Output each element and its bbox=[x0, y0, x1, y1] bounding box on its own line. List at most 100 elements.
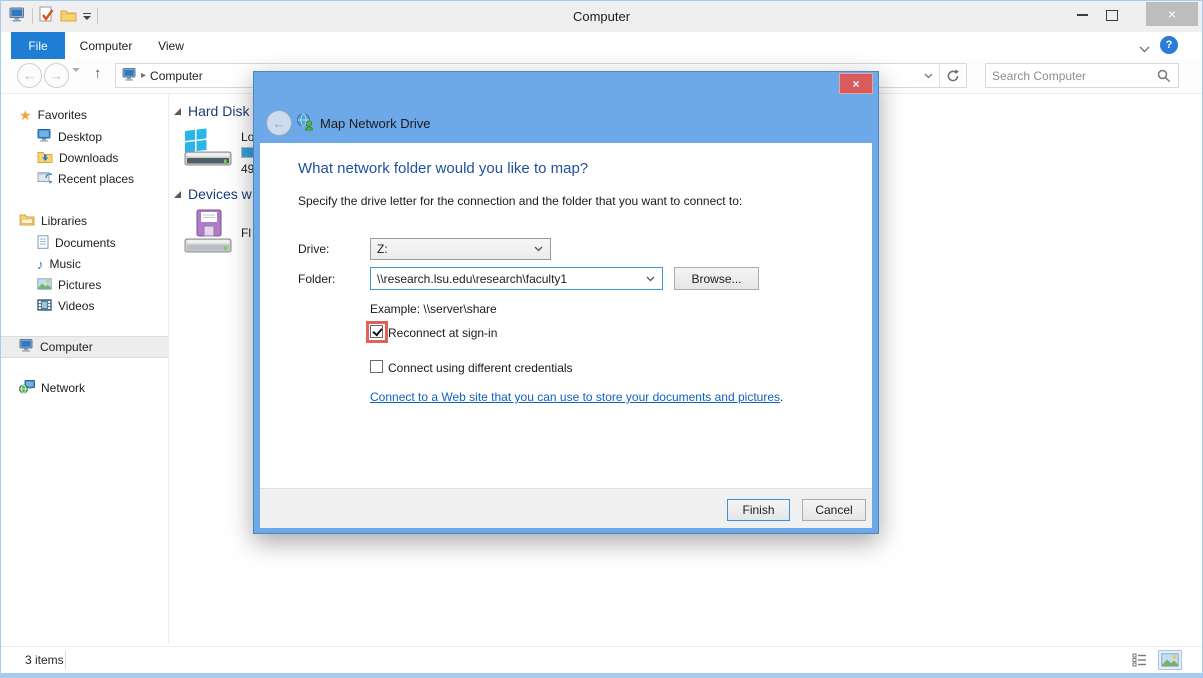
drive-label: Drive: bbox=[298, 242, 330, 256]
chevron-right-icon: ▸ bbox=[141, 70, 147, 81]
sidebar-item-libraries[interactable]: Libraries bbox=[1, 211, 185, 231]
chevron-down-icon bbox=[646, 276, 662, 282]
sidebar-item-network[interactable]: Network bbox=[1, 378, 185, 398]
sidebar-item-computer[interactable]: Computer bbox=[1, 336, 185, 358]
finish-button[interactable]: Finish bbox=[727, 499, 790, 521]
maximize-button[interactable] bbox=[1098, 4, 1126, 26]
help-icon: ? bbox=[1165, 39, 1173, 51]
desktop-icon bbox=[37, 129, 52, 145]
status-bar: 3 items bbox=[1, 646, 1202, 674]
dialog-title: Map Network Drive bbox=[320, 116, 431, 131]
map-network-drive-dialog: × ← Map Network Drive What network folde… bbox=[253, 71, 879, 534]
sidebar-label: Videos bbox=[58, 299, 95, 313]
search-icon[interactable] bbox=[1157, 69, 1178, 83]
group-header-label: Hard Disk bbox=[188, 103, 250, 119]
floppy-drive-icon bbox=[184, 209, 232, 253]
minimize-ribbon-icon[interactable] bbox=[1139, 42, 1150, 56]
forward-icon: → bbox=[50, 68, 63, 83]
network-icon bbox=[19, 379, 35, 397]
status-separator bbox=[65, 651, 66, 669]
sidebar-label: Favorites bbox=[37, 108, 87, 122]
dialog-back-button[interactable]: ← bbox=[266, 110, 292, 136]
minimize-button[interactable] bbox=[1068, 4, 1096, 26]
window-title: Computer bbox=[572, 9, 631, 24]
map-network-drive-icon bbox=[296, 113, 315, 134]
close-button[interactable]: × bbox=[1146, 2, 1198, 26]
checkmark-icon bbox=[372, 325, 383, 337]
credentials-checkbox[interactable] bbox=[370, 360, 383, 373]
dialog-footer: Finish Cancel bbox=[260, 488, 872, 528]
details-view-button[interactable] bbox=[1128, 650, 1152, 670]
chevron-down-icon bbox=[534, 246, 550, 252]
tab-file[interactable]: File bbox=[11, 32, 65, 59]
downloads-icon bbox=[37, 150, 53, 166]
sidebar-label: Music bbox=[49, 257, 81, 271]
drive-select[interactable]: Z: bbox=[370, 238, 551, 260]
group-header-hard-disks[interactable]: Hard Disk bbox=[174, 103, 249, 119]
local-disk-item[interactable] bbox=[181, 125, 233, 174]
close-icon: × bbox=[852, 76, 860, 91]
forward-button[interactable]: → bbox=[44, 63, 69, 88]
thumbnail-view-button[interactable] bbox=[1158, 650, 1182, 670]
sidebar-label: Desktop bbox=[58, 130, 103, 144]
computer-icon bbox=[122, 67, 137, 84]
example-text: Example: \\server\share bbox=[370, 302, 497, 316]
link-suffix: . bbox=[780, 390, 784, 404]
drive-selected-value: Z: bbox=[377, 242, 388, 256]
folder-combobox[interactable]: \\research.lsu.edu\research\faculty1 bbox=[370, 267, 663, 290]
search-box bbox=[985, 63, 1179, 88]
document-icon bbox=[37, 234, 49, 252]
sidebar-label: Network bbox=[41, 381, 86, 395]
group-header-label: Devices w bbox=[188, 186, 252, 202]
ribbon-tabs: File Computer View ? bbox=[1, 32, 1202, 59]
items-count: 3 items bbox=[25, 653, 64, 667]
minimize-icon bbox=[1076, 14, 1088, 16]
expander-icon bbox=[174, 107, 181, 115]
recent-places-icon bbox=[37, 171, 55, 187]
reconnect-checkbox[interactable] bbox=[370, 325, 383, 338]
maximize-icon bbox=[1106, 9, 1118, 21]
connect-website-link[interactable]: Connect to a Web site that you can use t… bbox=[370, 390, 780, 404]
group-header-devices[interactable]: Devices w bbox=[174, 186, 252, 202]
title-bar: Computer × bbox=[1, 1, 1202, 32]
sidebar-label: Libraries bbox=[41, 214, 88, 228]
tab-view[interactable]: View bbox=[147, 32, 195, 59]
sidebar-label: Computer bbox=[40, 340, 93, 354]
dialog-subheading: Specify the drive letter for the connect… bbox=[298, 194, 743, 208]
recent-locations-icon[interactable] bbox=[72, 68, 80, 86]
thumbnail-view-icon bbox=[1161, 653, 1179, 667]
dialog-close-button[interactable]: × bbox=[839, 73, 873, 94]
floppy-drive-item[interactable] bbox=[181, 208, 233, 261]
refresh-button[interactable] bbox=[939, 64, 966, 87]
sidebar-item-favorites[interactable]: ★ Favorites bbox=[1, 105, 185, 125]
breadcrumb-item-computer[interactable]: Computer bbox=[150, 69, 203, 83]
video-icon bbox=[37, 298, 52, 314]
browse-button[interactable]: Browse... bbox=[674, 267, 759, 290]
sidebar-label: Documents bbox=[55, 236, 116, 250]
address-dropdown-button[interactable] bbox=[917, 64, 939, 87]
explorer-window: Computer × File Computer View ? ← → ↑ ▸ … bbox=[0, 0, 1203, 678]
reconnect-checkbox-label: Reconnect at sign-in bbox=[388, 326, 498, 340]
libraries-icon bbox=[19, 213, 35, 229]
hard-drive-icon bbox=[184, 128, 232, 166]
up-icon: ↑ bbox=[94, 65, 102, 82]
music-note-icon: ♪ bbox=[37, 256, 44, 272]
folder-value: \\research.lsu.edu\research\faculty1 bbox=[377, 271, 568, 286]
navigation-pane: ★ Favorites Desktop Downloads Recent pla… bbox=[1, 94, 185, 644]
picture-icon bbox=[37, 277, 52, 293]
refresh-icon bbox=[947, 69, 959, 81]
web-site-link-row: Connect to a Web site that you can use t… bbox=[370, 390, 783, 404]
back-icon: ← bbox=[23, 68, 36, 83]
close-icon: × bbox=[1167, 6, 1177, 22]
back-button[interactable]: ← bbox=[17, 63, 42, 88]
star-icon: ★ bbox=[19, 107, 32, 123]
sidebar-label: Recent places bbox=[58, 172, 135, 186]
up-button[interactable]: ↑ bbox=[94, 65, 102, 82]
expander-icon bbox=[174, 190, 181, 198]
sidebar-label: Pictures bbox=[58, 278, 102, 292]
search-input[interactable] bbox=[986, 68, 1157, 83]
tab-computer[interactable]: Computer bbox=[75, 32, 137, 59]
cancel-button[interactable]: Cancel bbox=[802, 499, 866, 521]
help-button[interactable]: ? bbox=[1160, 36, 1178, 54]
window-bottom-border bbox=[1, 673, 1202, 677]
